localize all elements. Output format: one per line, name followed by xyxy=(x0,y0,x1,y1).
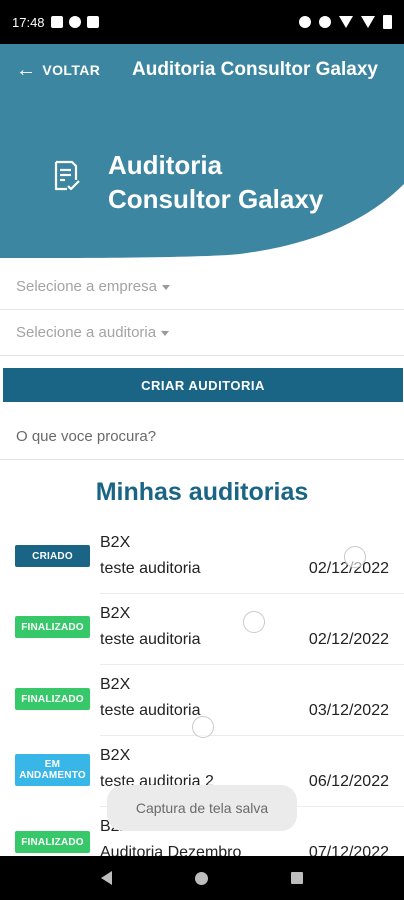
nav-home-icon[interactable] xyxy=(194,871,208,885)
status-badge: CRIADO xyxy=(15,545,90,567)
navigation-bar xyxy=(0,856,404,900)
audit-select-value: Selecione a auditoria xyxy=(16,324,157,341)
app-bar-title: Auditoria Consultor Galaxy xyxy=(132,59,378,80)
company-name: B2X xyxy=(100,747,131,764)
status-badge: EM ANDAMENTO xyxy=(15,754,90,786)
status-badge: FINALIZADO xyxy=(15,616,90,638)
company-select[interactable]: Selecione a empresa xyxy=(0,264,404,310)
caret-down-icon xyxy=(161,331,170,336)
checklist-document-icon xyxy=(54,160,80,191)
status-badge: FINALIZADO xyxy=(15,831,90,853)
toast-message: Captura de tela salva xyxy=(107,785,297,831)
caret-down-icon xyxy=(161,285,170,290)
search-field xyxy=(0,414,404,460)
company-name: B2X xyxy=(100,676,131,693)
audit-name: teste auditoria xyxy=(100,631,201,648)
audit-name: teste auditoria xyxy=(100,702,201,719)
arrow-left-icon: ← xyxy=(16,59,37,81)
status-time: 17:48 xyxy=(12,14,45,30)
wifi-icon xyxy=(339,16,353,28)
status-badge: FINALIZADO xyxy=(15,688,90,710)
list-item[interactable]: FINALIZADO B2X teste auditoria 02/12/202… xyxy=(0,593,404,665)
hero-title: Auditoria Consultor Galaxy xyxy=(108,148,323,216)
battery-icon xyxy=(383,15,392,29)
search-input[interactable] xyxy=(16,428,376,445)
audit-date: 02/12/2022 xyxy=(308,631,389,648)
audit-name: Auditoria Dezembro xyxy=(100,844,242,856)
status-bar: 17:48 xyxy=(0,0,404,44)
nav-recents-icon[interactable] xyxy=(290,872,303,884)
touch-indicator xyxy=(192,716,214,738)
audit-select[interactable]: Selecione a auditoria xyxy=(0,310,404,356)
hero-title-line1: Auditoria xyxy=(108,150,223,180)
nav-back-icon[interactable] xyxy=(101,871,113,885)
signal-icon xyxy=(361,16,375,28)
mute-icon xyxy=(319,16,331,28)
alarm-icon xyxy=(299,16,311,28)
app-bar: ← VOLTAR Auditoria Consultor Galaxy xyxy=(0,44,404,96)
audit-date: 07/12/2022 xyxy=(308,844,389,856)
gallery-icon xyxy=(50,16,63,28)
hero-title-line2: Consultor Galaxy xyxy=(108,184,324,214)
company-name: B2X xyxy=(100,605,131,622)
back-label: VOLTAR xyxy=(42,62,101,78)
app-notification-icon xyxy=(68,16,81,28)
touch-indicator xyxy=(243,611,265,633)
hero-header: Auditoria Consultor Galaxy xyxy=(0,96,404,258)
touch-indicator xyxy=(344,546,366,568)
section-title: Minhas auditorias xyxy=(95,478,309,506)
back-button[interactable]: ← VOLTAR xyxy=(0,60,100,80)
app-notification-icon xyxy=(86,16,99,28)
company-select-value: Selecione a empresa xyxy=(16,278,157,295)
company-name: B2X xyxy=(100,534,131,551)
audit-name: teste auditoria xyxy=(100,560,201,577)
audit-date: 06/12/2022 xyxy=(308,773,389,790)
create-audit-button[interactable]: CRIAR AUDITORIA xyxy=(3,368,403,402)
audit-date: 03/12/2022 xyxy=(308,702,389,719)
